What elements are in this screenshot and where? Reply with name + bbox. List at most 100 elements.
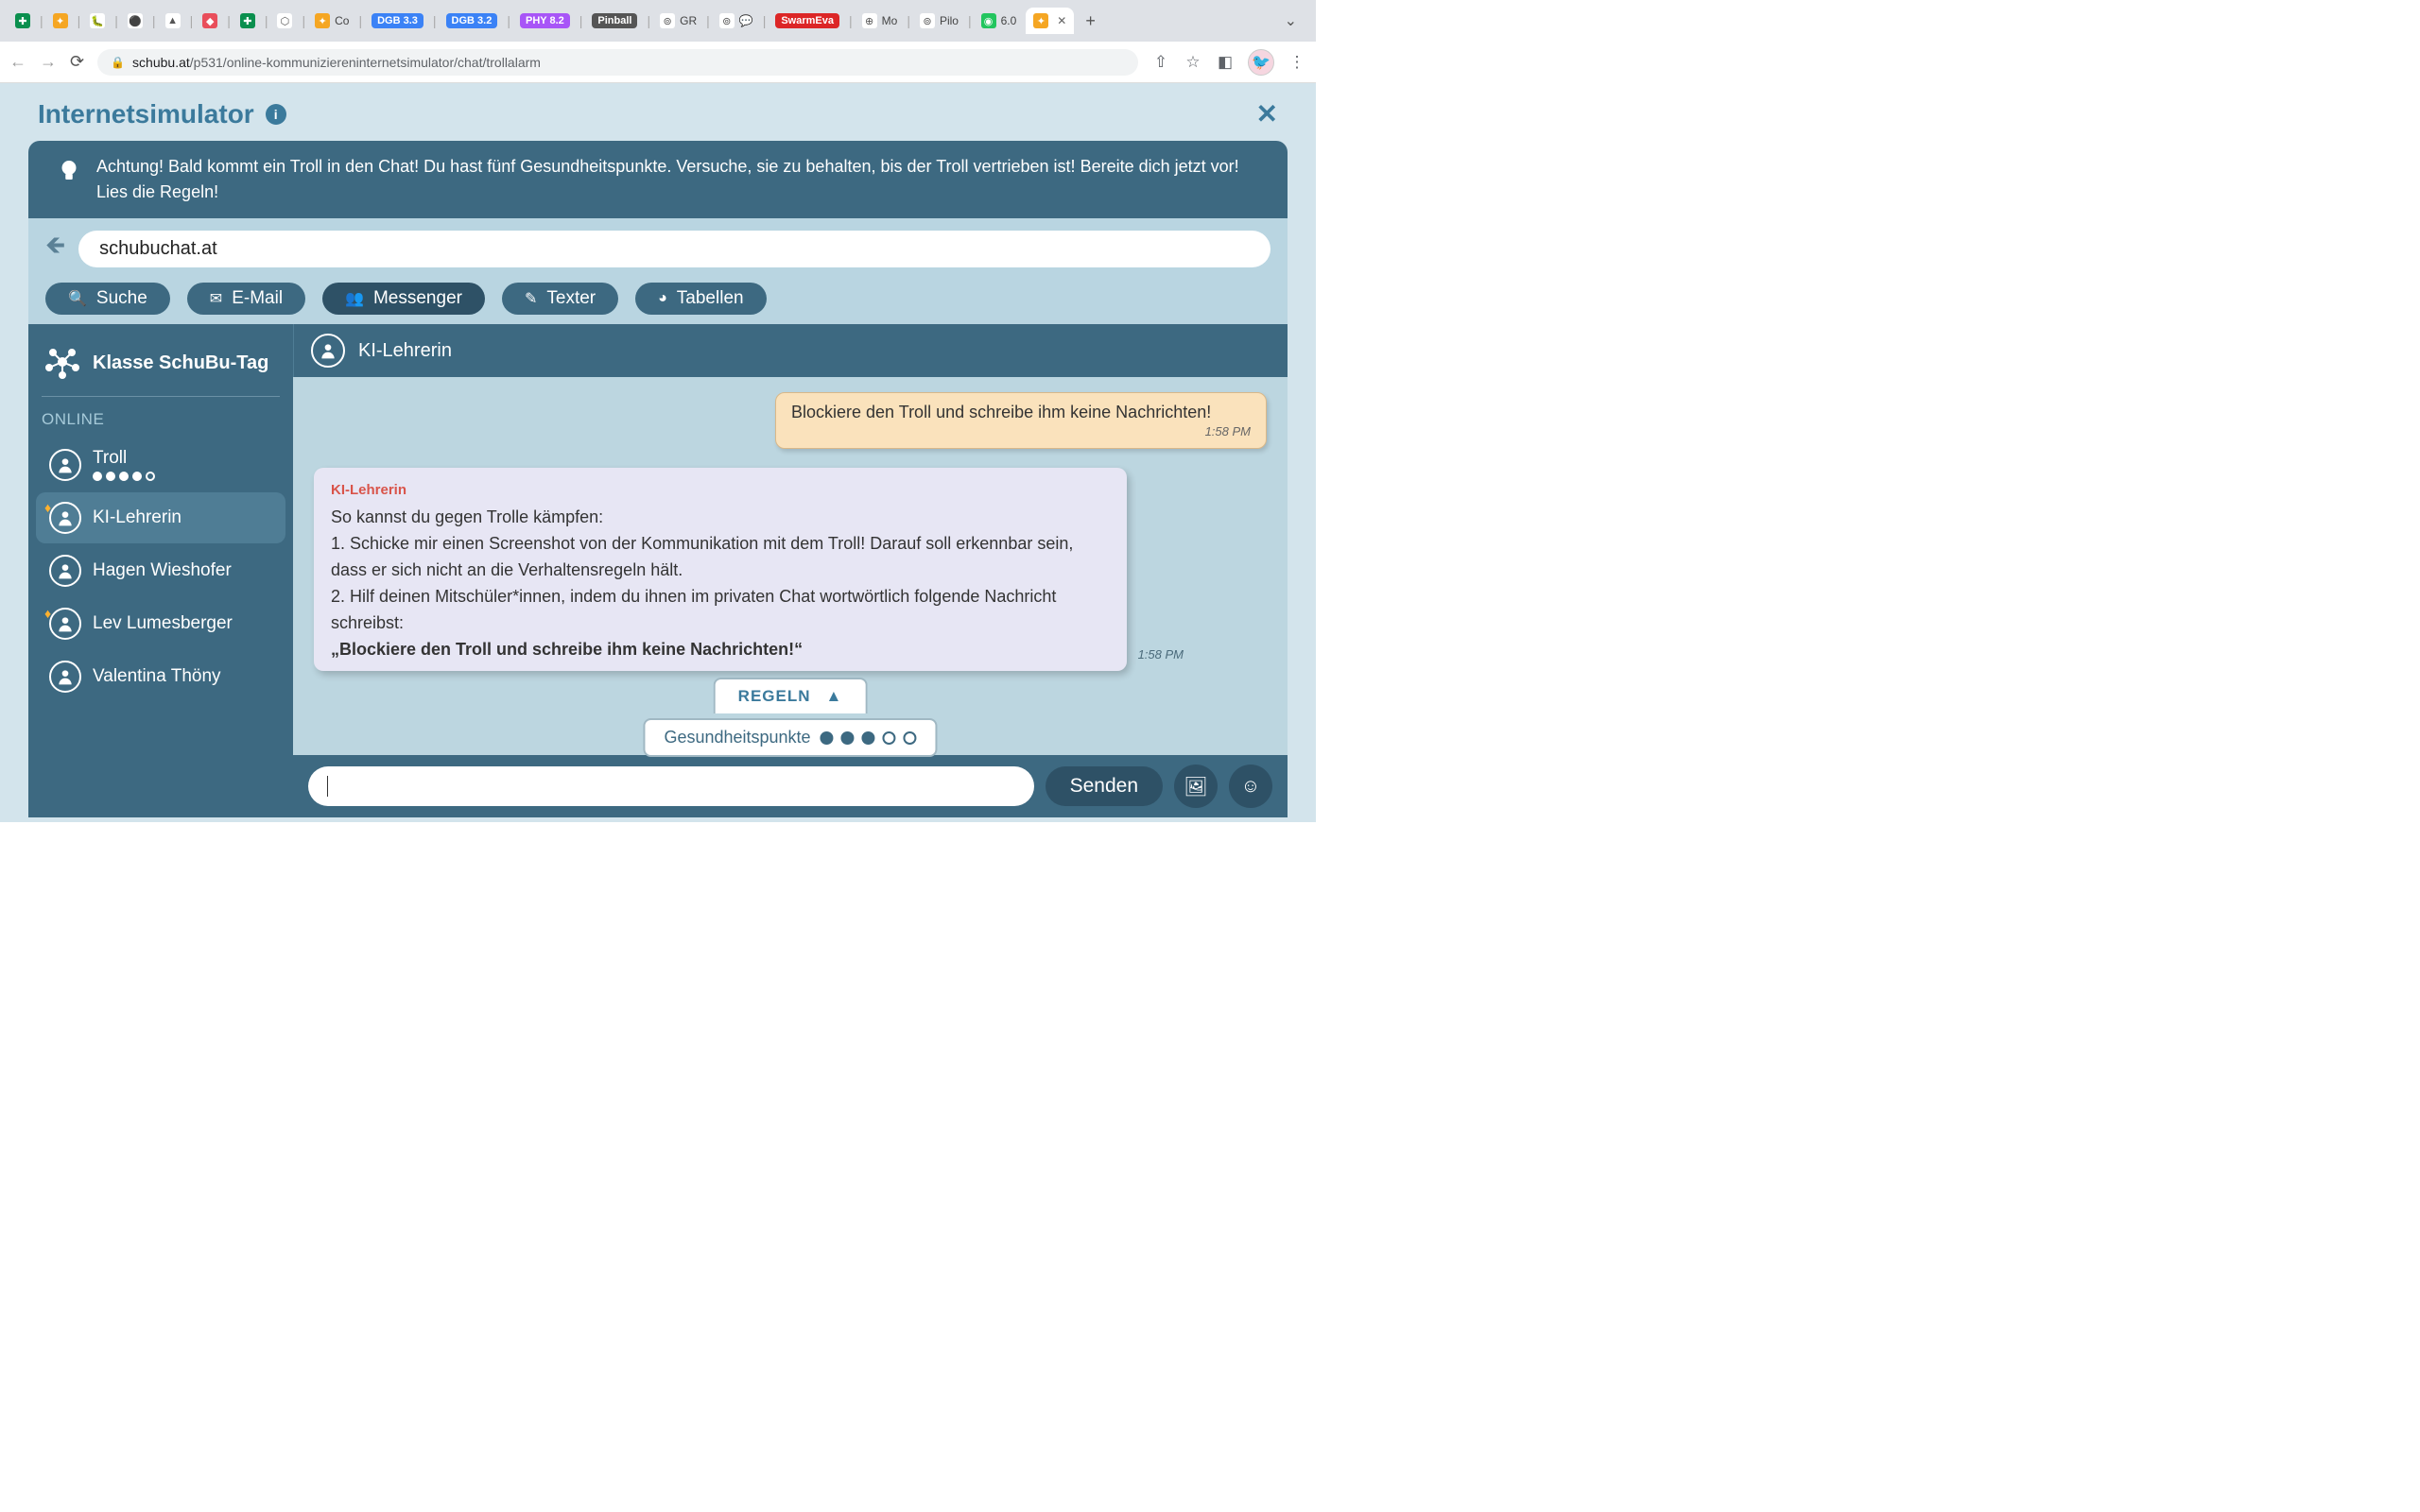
tabs-dropdown-icon[interactable]: ⌄ <box>1273 11 1308 30</box>
simulator-frame: Achtung! Bald kommt ein Troll in den Cha… <box>28 141 1288 817</box>
info-icon[interactable]: i <box>266 104 286 125</box>
tool-messenger[interactable]: 👥 Messenger <box>322 283 485 315</box>
message-input[interactable] <box>308 766 1034 806</box>
bookmark-icon[interactable]: ☆ <box>1184 53 1202 72</box>
share-icon[interactable]: ⇧ <box>1151 53 1170 72</box>
health-label: Gesundheitspunkte <box>664 728 810 747</box>
browser-tab[interactable]: ▲ <box>158 8 188 34</box>
new-tab-button[interactable]: + <box>1076 11 1105 31</box>
emoji-button[interactable]: ☺ <box>1229 765 1272 808</box>
back-button[interactable]: ← <box>9 52 26 72</box>
send-button[interactable]: Senden <box>1046 766 1163 806</box>
diamond-icon: ♦ <box>44 500 51 515</box>
contact-name: Troll <box>93 448 155 469</box>
tool-suche[interactable]: 🔍Suche <box>45 283 170 315</box>
browser-tab[interactable]: PHY 8.2 <box>512 8 578 34</box>
diamond-icon: ♦ <box>44 606 51 621</box>
browser-tab[interactable]: DGB 3.2 <box>439 8 506 34</box>
lightbulb-icon <box>55 156 83 184</box>
browser-tab[interactable]: ✦Co <box>307 8 356 34</box>
chat-with-name: KI-Lehrerin <box>358 340 452 362</box>
browser-tab[interactable]: DGB 3.3 <box>364 8 431 34</box>
alert-banner: Achtung! Bald kommt ein Troll in den Cha… <box>28 141 1288 218</box>
tool-texter[interactable]: ✎Texter <box>502 283 618 315</box>
class-header[interactable]: Klasse SchuBu-Tag <box>28 335 293 396</box>
browser-tab[interactable]: ⊚Pilo <box>912 8 966 34</box>
forward-button[interactable]: → <box>40 52 57 72</box>
browser-tab[interactable]: ⬡ <box>269 8 300 34</box>
lock-icon: 🔒 <box>111 56 125 69</box>
browser-tab[interactable]: ⊕Mo <box>855 8 906 34</box>
contact-item[interactable]: ♦ Lev Lumesberger <box>36 598 285 649</box>
avatar-icon <box>49 555 81 587</box>
message-incoming: KI-Lehrerin So kannst du gegen Trolle kä… <box>314 468 1127 671</box>
contact-item[interactable]: ♦ KI-Lehrerin <box>36 492 285 543</box>
browser-tab[interactable]: ⊚GR <box>652 8 704 34</box>
contact-item[interactable]: Hagen Wieshofer <box>36 545 285 596</box>
reload-button[interactable]: ⟳ <box>70 52 84 72</box>
avatar-icon: ♦ <box>49 608 81 640</box>
avatar-icon <box>49 661 81 693</box>
sim-back-button[interactable]: 🡸 <box>45 228 65 269</box>
image-button[interactable]: 🖼 <box>1174 765 1218 808</box>
address-bar[interactable]: 🔒 schubu.at/p531/online-kommunizierenint… <box>97 49 1138 76</box>
contact-name: KI-Lehrerin <box>93 507 182 528</box>
browser-tab[interactable]: ✚ <box>8 8 38 34</box>
message-line: So kannst du gegen Trolle kämpfen: <box>331 505 1110 531</box>
tool-label: Texter <box>546 288 596 309</box>
tool-label: E-Mail <box>232 288 283 309</box>
message-text: Blockiere den Troll und schreibe ihm kei… <box>791 403 1251 422</box>
tool-label: Suche <box>96 288 147 309</box>
sidepanel-icon[interactable]: ◧ <box>1216 53 1235 72</box>
browser-tab-strip: ✚|✦|🐛|⚫|▲|◆|✚|⬡|✦Co|DGB 3.3|DGB 3.2|PHY … <box>0 0 1316 42</box>
avatar-icon: ♦ <box>49 502 81 534</box>
group-icon <box>43 345 81 381</box>
tool-label: Messenger <box>373 288 462 309</box>
browser-tab[interactable]: 🐛 <box>82 8 112 34</box>
message-time: 1:58 PM <box>791 424 1251 438</box>
chat-main: KI-Lehrerin Blockiere den Troll und schr… <box>293 324 1288 817</box>
browser-tab[interactable]: ◆ <box>195 8 225 34</box>
online-label: ONLINE <box>28 406 293 437</box>
message-line: 1. Schicke mir einen Screenshot von der … <box>331 531 1110 584</box>
health-dot <box>821 731 834 745</box>
health-dot <box>862 731 875 745</box>
browser-tab[interactable]: SwarmEva <box>768 8 847 34</box>
tab-close-icon[interactable]: ✕ <box>1057 14 1066 27</box>
browser-tab[interactable]: ⚫ <box>120 8 150 34</box>
page-title-text: Internetsimulator <box>38 99 254 129</box>
health-indicator: Gesundheitspunkte <box>643 718 937 757</box>
sim-url-input[interactable]: schubuchat.at <box>78 231 1270 267</box>
message-time: 1:58 PM <box>1138 645 1184 664</box>
profile-avatar[interactable]: 🐦 <box>1248 49 1274 76</box>
chat-area: Klasse SchuBu-Tag ONLINE Troll ♦ KI-Lehr… <box>28 324 1288 817</box>
browser-tab[interactable]: ✦✕ <box>1026 8 1074 34</box>
sim-url-bar: 🡸 schubuchat.at <box>28 218 1288 279</box>
tool-icon: ✉ <box>210 289 222 308</box>
contact-item[interactable]: Troll <box>36 438 285 490</box>
contact-name: Hagen Wieshofer <box>93 560 232 581</box>
close-icon[interactable]: ✕ <box>1256 98 1278 129</box>
browser-tab[interactable]: ✦ <box>45 8 76 34</box>
tool-tabellen[interactable]: ◕Tabellen <box>635 283 766 315</box>
tool-e-mail[interactable]: ✉ E-Mail <box>187 283 305 315</box>
message-sender: KI-Lehrerin <box>331 479 1110 501</box>
browser-tab[interactable]: ✚ <box>233 8 263 34</box>
tool-icon: 👥 <box>345 289 364 308</box>
message-outgoing: Blockiere den Troll und schreibe ihm kei… <box>775 392 1267 449</box>
menu-icon[interactable]: ⋮ <box>1288 53 1306 72</box>
tool-tabs: 🔍Suche ✉ E-Mail 👥 Messenger ✎Texter ◕Tabellen <box>28 279 1288 324</box>
browser-tab[interactable]: Pinball <box>584 8 645 34</box>
chat-header: KI-Lehrerin <box>293 324 1288 377</box>
message-line: 2. Hilf deinen Mitschüler*innen, indem d… <box>331 584 1110 637</box>
contact-item[interactable]: Valentina Thöny <box>36 651 285 702</box>
rules-toggle[interactable]: REGELN ▲ <box>714 678 868 713</box>
browser-tab[interactable]: ⊚💬 <box>712 8 761 34</box>
browser-tab[interactable]: ◉6.0 <box>974 8 1025 34</box>
health-dot <box>883 731 896 745</box>
rules-label: REGELN <box>738 687 811 706</box>
url-path: /p531/online-kommuniziereninternetsimula… <box>190 55 541 70</box>
browser-toolbar: ← → ⟳ 🔒 schubu.at/p531/online-kommunizie… <box>0 42 1316 83</box>
tool-icon: ◕ <box>658 290 667 307</box>
url-domain: schubu.at <box>132 55 190 70</box>
